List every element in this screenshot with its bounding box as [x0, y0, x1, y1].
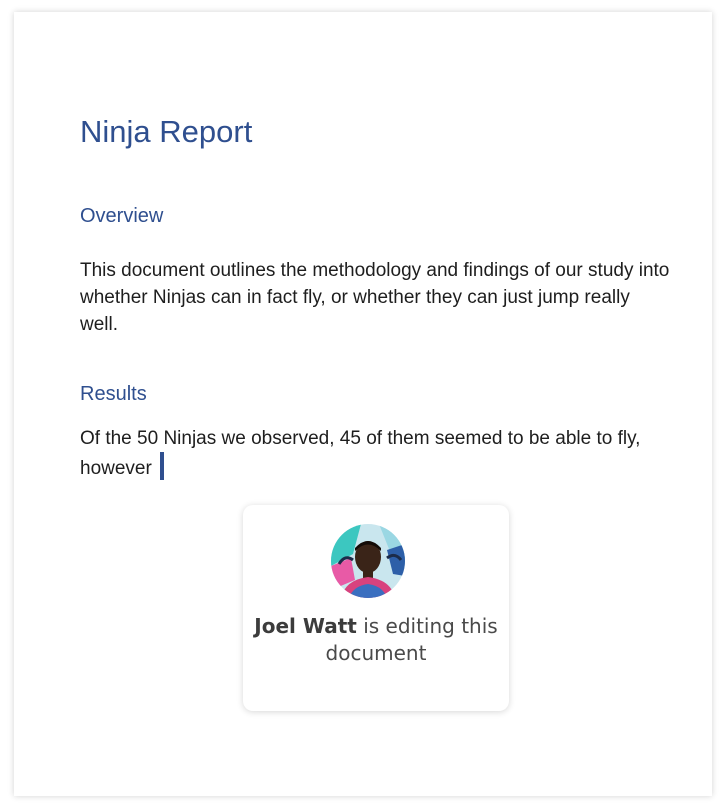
- overview-paragraph[interactable]: This document outlines the methodology a…: [80, 257, 670, 338]
- user-avatar-icon: [331, 524, 405, 598]
- overview-heading[interactable]: Overview: [80, 205, 163, 228]
- results-text[interactable]: Of the 50 Ninjas we observed, 45 of them…: [80, 428, 640, 479]
- document-title[interactable]: Ninja Report: [80, 114, 252, 150]
- document-page[interactable]: Ninja Report Overview This document outl…: [14, 12, 712, 796]
- collaborator-name: Joel Watt: [254, 614, 357, 638]
- text-cursor: [159, 452, 164, 480]
- results-heading[interactable]: Results: [80, 383, 147, 406]
- results-paragraph[interactable]: Of the 50 Ninjas we observed, 45 of them…: [80, 425, 670, 482]
- user-avatar: [331, 524, 405, 598]
- collaborator-presence-card: Joel Watt is editing this document: [243, 505, 509, 711]
- presence-message: Joel Watt is editing this document: [243, 613, 509, 667]
